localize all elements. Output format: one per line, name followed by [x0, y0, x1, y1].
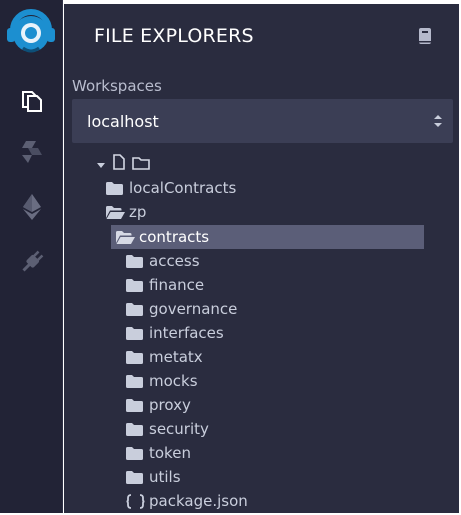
tree-item-proxy[interactable]: proxy: [126, 393, 191, 417]
deploy-ethereum-icon[interactable]: [15, 190, 49, 224]
folder-icon: [126, 373, 146, 389]
solidity-compiler-icon[interactable]: [15, 135, 49, 169]
file-explorer-panel: FILE EXPLORERS Workspaces localhost loca…: [64, 4, 459, 513]
folder-icon: [126, 349, 146, 365]
tree-item-interfaces[interactable]: interfaces: [126, 321, 224, 345]
tree-item-governance[interactable]: governance: [126, 297, 237, 321]
file-tree: localContracts zp contracts access finan…: [64, 4, 459, 513]
folder-icon: [126, 421, 146, 437]
tree-item-localcontracts[interactable]: localContracts: [106, 176, 236, 200]
tree-item-contracts[interactable]: contracts: [111, 225, 424, 249]
tree-item-security[interactable]: security: [126, 417, 209, 441]
tree-item-token[interactable]: token: [126, 441, 191, 465]
json-file-icon: [126, 493, 146, 509]
tree-item-finance[interactable]: finance: [126, 273, 204, 297]
folder-icon: [126, 445, 146, 461]
tree-item-access[interactable]: access: [126, 249, 200, 273]
tree-item-package-json[interactable]: package.json: [126, 489, 248, 513]
remix-logo-icon[interactable]: [5, 8, 57, 60]
tree-item-utils[interactable]: utils: [126, 465, 181, 489]
plugin-manager-icon[interactable]: [15, 245, 49, 279]
tree-item-mocks[interactable]: mocks: [126, 369, 198, 393]
folder-icon: [126, 325, 146, 341]
icon-rail: [0, 0, 63, 513]
folder-icon: [106, 180, 126, 196]
folder-icon: [126, 253, 146, 269]
folder-open-icon: [116, 229, 136, 245]
file-explorer-icon[interactable]: [15, 84, 49, 118]
tree-item-metatx[interactable]: metatx: [126, 345, 203, 369]
folder-icon: [126, 397, 146, 413]
tree-item-zp[interactable]: zp: [106, 200, 146, 224]
folder-icon: [126, 469, 146, 485]
folder-open-icon: [106, 204, 126, 220]
folder-icon: [126, 301, 146, 317]
folder-icon: [126, 277, 146, 293]
